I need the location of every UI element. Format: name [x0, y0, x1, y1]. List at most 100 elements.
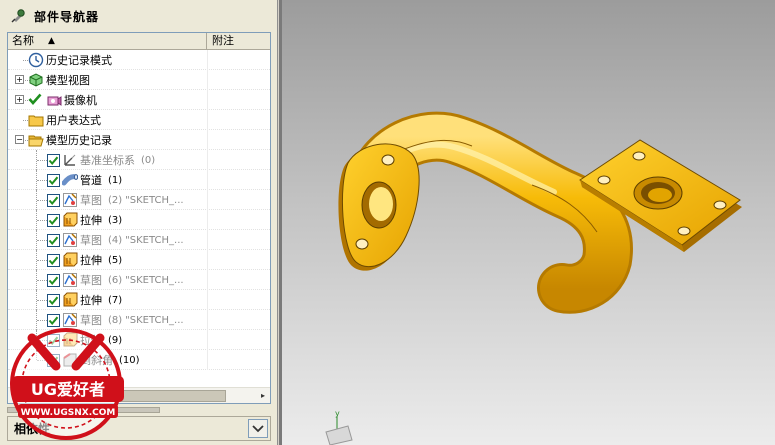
tree-row[interactable]: 历史记录模式 [8, 50, 270, 70]
tree-row[interactable]: 拉伸 (5) [8, 250, 270, 270]
node-timestamp: (3) [108, 214, 123, 226]
node-label: 模型视图 [46, 74, 90, 87]
sketch-icon [62, 192, 78, 208]
visibility-checkbox[interactable] [47, 193, 60, 207]
extrude-icon [62, 292, 78, 308]
tree-row[interactable]: 基准坐标系 (0) [8, 150, 270, 170]
column-divider [207, 110, 208, 130]
tree-row[interactable]: 草图 (4) "SKETCH_... [8, 230, 270, 250]
node-label: 基准坐标系 [80, 154, 135, 167]
tree-node[interactable]: 草图 (4) "SKETCH_... [47, 230, 184, 250]
camera-icon [46, 92, 62, 108]
visibility-checkbox[interactable] [47, 293, 60, 307]
column-divider [207, 130, 208, 150]
left-flange [338, 143, 420, 271]
column-divider [207, 330, 208, 350]
folder-icon [28, 112, 44, 128]
tree-row[interactable]: − 模型历史记录 [8, 130, 270, 150]
node-sketch-name: "SKETCH_... [125, 234, 184, 246]
tree-row[interactable]: 用户表达式 [8, 110, 270, 130]
checkmark-icon [28, 92, 44, 108]
datum-csys-icon [62, 152, 78, 168]
sketch-icon [62, 232, 78, 248]
tree-row[interactable]: 拉伸 (3) [8, 210, 270, 230]
open-folder-icon [28, 132, 44, 148]
visibility-checkbox[interactable] [47, 273, 60, 287]
extrude-icon [62, 212, 78, 228]
name-column-header[interactable]: 名称 ▲ [8, 33, 207, 49]
pin-icon[interactable] [10, 8, 26, 24]
model-view-icon [28, 72, 44, 88]
node-label: 草图 [80, 274, 102, 287]
ug-fans-watermark-logo: UG爱好者 WWW.UGSNX.COM [4, 318, 136, 443]
tree-node[interactable]: 拉伸 (3) [47, 210, 122, 230]
tree-node[interactable]: 用户表达式 [28, 110, 101, 130]
coordinate-triad-icon: y [325, 409, 353, 445]
visibility-checkbox[interactable] [47, 153, 60, 167]
tree-row[interactable]: 草图 (6) "SKETCH_... [8, 270, 270, 290]
node-sketch-name: "SKETCH_... [125, 194, 184, 206]
expand-icon[interactable]: + [15, 75, 24, 84]
visibility-checkbox[interactable] [47, 213, 60, 227]
tree-row[interactable]: + 摄像机 [8, 90, 270, 110]
expand-chevron-icon[interactable] [248, 419, 268, 438]
tree-connector [37, 180, 47, 181]
column-divider [207, 90, 208, 110]
tree-connector [37, 220, 47, 221]
expand-icon[interactable]: + [15, 95, 24, 104]
note-column-header[interactable]: 附注 [207, 33, 270, 49]
node-label: 历史记录模式 [46, 54, 112, 67]
tree-node[interactable]: 基准坐标系 (0) [47, 150, 155, 170]
tree-row[interactable]: 管道 (1) [8, 170, 270, 190]
column-divider [207, 70, 208, 90]
pipe-model[interactable]: y [282, 0, 775, 445]
tree-node[interactable]: 摄像机 [28, 90, 97, 110]
column-divider [207, 50, 208, 70]
column-divider [207, 250, 208, 270]
column-divider [207, 230, 208, 250]
column-divider [207, 210, 208, 230]
tree-node[interactable]: 拉伸 (5) [47, 250, 122, 270]
graphics-viewport[interactable]: y [279, 0, 775, 445]
node-timestamp: (1) [108, 174, 123, 186]
extrude-icon [62, 252, 78, 268]
node-timestamp: (6) [108, 274, 123, 286]
sort-ascending-icon: ▲ [48, 36, 55, 46]
tree-connector [37, 260, 47, 261]
node-label: 拉伸 [80, 294, 102, 307]
column-divider [207, 270, 208, 290]
node-label: 用户表达式 [46, 114, 101, 127]
node-timestamp: (0) [141, 154, 156, 166]
tree-row[interactable]: 草图 (2) "SKETCH_... [8, 190, 270, 210]
column-divider [207, 190, 208, 210]
scroll-right-arrow-icon[interactable]: ▸ [256, 389, 270, 403]
sketch-icon [62, 272, 78, 288]
tree-node[interactable]: 草图 (6) "SKETCH_... [47, 270, 184, 290]
node-label: 摄像机 [64, 94, 97, 107]
node-timestamp: (7) [108, 294, 123, 306]
node-label: 拉伸 [80, 214, 102, 227]
svg-text:y: y [335, 409, 340, 418]
node-label: 草图 [80, 194, 102, 207]
tree-row[interactable]: + 模型视图 [8, 70, 270, 90]
visibility-checkbox[interactable] [47, 173, 60, 187]
node-label: 草图 [80, 234, 102, 247]
navigator-header: 部件导航器 [0, 0, 278, 32]
node-timestamp: (4) [108, 234, 123, 246]
visibility-checkbox[interactable] [47, 253, 60, 267]
tree-node[interactable]: 管道 (1) [47, 170, 122, 190]
column-divider [207, 310, 208, 330]
tree-node[interactable]: 模型视图 [28, 70, 90, 90]
column-divider [207, 150, 208, 170]
tree-connector [37, 240, 47, 241]
column-header: 名称 ▲ 附注 [8, 33, 270, 50]
tree-connector [37, 300, 47, 301]
tree-node[interactable]: 拉伸 (7) [47, 290, 122, 310]
collapse-icon[interactable]: − [15, 135, 24, 144]
tree-row[interactable]: 拉伸 (7) [8, 290, 270, 310]
node-sketch-name: "SKETCH_... [125, 274, 184, 286]
tree-node[interactable]: 模型历史记录 [28, 130, 112, 150]
tree-node[interactable]: 历史记录模式 [28, 50, 112, 70]
visibility-checkbox[interactable] [47, 233, 60, 247]
tree-node[interactable]: 草图 (2) "SKETCH_... [47, 190, 184, 210]
